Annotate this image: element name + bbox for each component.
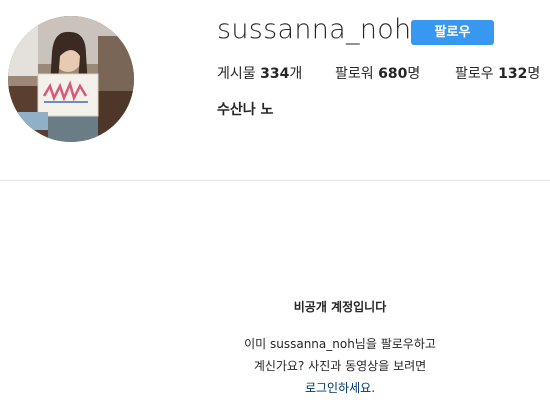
followers-suffix: 명 [407,66,421,82]
follow-button[interactable]: 팔로우 [411,20,494,45]
followers-label: 팔로워 [335,66,374,82]
followers-stat[interactable]: 팔로워 680명 [335,63,420,83]
username: sussanna_noh [217,14,412,45]
avatar-photo [8,16,134,142]
posts-suffix: 개 [289,66,303,82]
following-suffix: 명 [527,66,541,82]
profile-header: sussanna_noh 팔로우 게시물 334개 팔로워 680명 팔로우 1… [0,0,550,180]
divider [0,180,550,181]
posts-stat: 게시물 334개 [217,63,302,83]
following-label: 팔로우 [455,66,494,82]
private-account-notice: 비공개 계정입니다 이미 sussanna_noh님을 팔로우하고 계신가요? … [210,298,470,399]
login-link[interactable]: 로그인하세요 [305,381,371,395]
private-account-message: 이미 sussanna_noh님을 팔로우하고 계신가요? 사진과 동영상을 보… [210,333,470,399]
posts-count: 334 [260,66,290,82]
posts-label: 게시물 [217,66,256,82]
following-stat[interactable]: 팔로우 132명 [455,63,540,83]
login-suffix: . [371,381,376,395]
private-message-line-3: 로그인하세요. [210,377,470,399]
private-account-title: 비공개 계정입니다 [293,300,387,314]
avatar[interactable] [8,16,134,142]
followers-count: 680 [378,66,408,82]
full-name: 수산나 노 [217,102,274,118]
private-message-line-1: 이미 sussanna_noh님을 팔로우하고 [244,337,436,351]
private-message-line-2: 계신가요? 사진과 동영상을 보려면 [253,359,427,373]
following-count: 132 [498,66,528,82]
